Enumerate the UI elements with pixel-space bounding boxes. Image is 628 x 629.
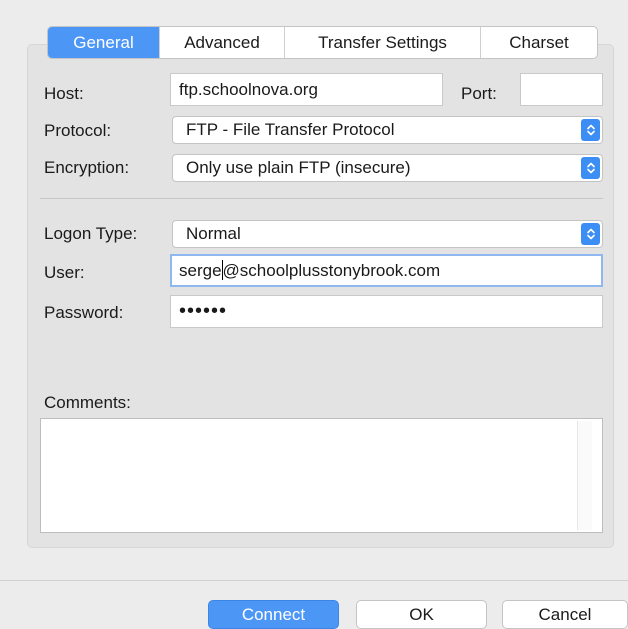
user-input-text-before-caret: serge bbox=[179, 260, 222, 280]
cancel-button[interactable]: Cancel bbox=[502, 600, 628, 629]
encryption-label: Encryption: bbox=[44, 158, 130, 177]
tab-general[interactable]: General bbox=[48, 27, 159, 58]
protocol-label: Protocol: bbox=[44, 121, 112, 140]
user-input[interactable]: serge @schoolplusstonybrook.com bbox=[170, 254, 603, 287]
comments-scrollbar[interactable] bbox=[577, 421, 592, 530]
tab-transfer-settings[interactable]: Transfer Settings bbox=[284, 27, 480, 58]
host-label: Host: bbox=[44, 84, 84, 103]
ok-button[interactable]: OK bbox=[356, 600, 487, 629]
encryption-select[interactable]: Only use plain FTP (insecure) bbox=[172, 154, 603, 182]
button-row-separator bbox=[0, 580, 628, 581]
password-input[interactable]: •••••• bbox=[170, 295, 603, 328]
logon-type-label: Logon Type: bbox=[44, 224, 138, 243]
logon-type-select-value: Normal bbox=[186, 224, 241, 243]
connect-button[interactable]: Connect bbox=[208, 600, 339, 629]
port-label: Port: bbox=[461, 84, 497, 103]
host-input[interactable]: ftp.schoolnova.org bbox=[170, 73, 443, 106]
tab-charset[interactable]: Charset bbox=[480, 27, 597, 58]
updown-chevron-icon bbox=[581, 157, 600, 179]
comments-label: Comments: bbox=[44, 393, 131, 412]
logon-type-select[interactable]: Normal bbox=[172, 220, 603, 248]
protocol-select[interactable]: FTP - File Transfer Protocol bbox=[172, 116, 603, 144]
tab-bar: General Advanced Transfer Settings Chars… bbox=[47, 26, 598, 59]
password-label: Password: bbox=[44, 303, 124, 322]
port-input[interactable] bbox=[520, 73, 603, 106]
protocol-select-value: FTP - File Transfer Protocol bbox=[186, 120, 395, 139]
comments-textarea[interactable] bbox=[40, 418, 603, 533]
updown-chevron-icon bbox=[581, 223, 600, 245]
updown-chevron-icon bbox=[581, 119, 600, 141]
user-label: User: bbox=[44, 263, 85, 282]
encryption-select-value: Only use plain FTP (insecure) bbox=[186, 158, 411, 177]
user-input-text-after-caret: @schoolplusstonybrook.com bbox=[222, 260, 441, 280]
section-divider bbox=[40, 198, 603, 199]
tab-advanced[interactable]: Advanced bbox=[159, 27, 284, 58]
